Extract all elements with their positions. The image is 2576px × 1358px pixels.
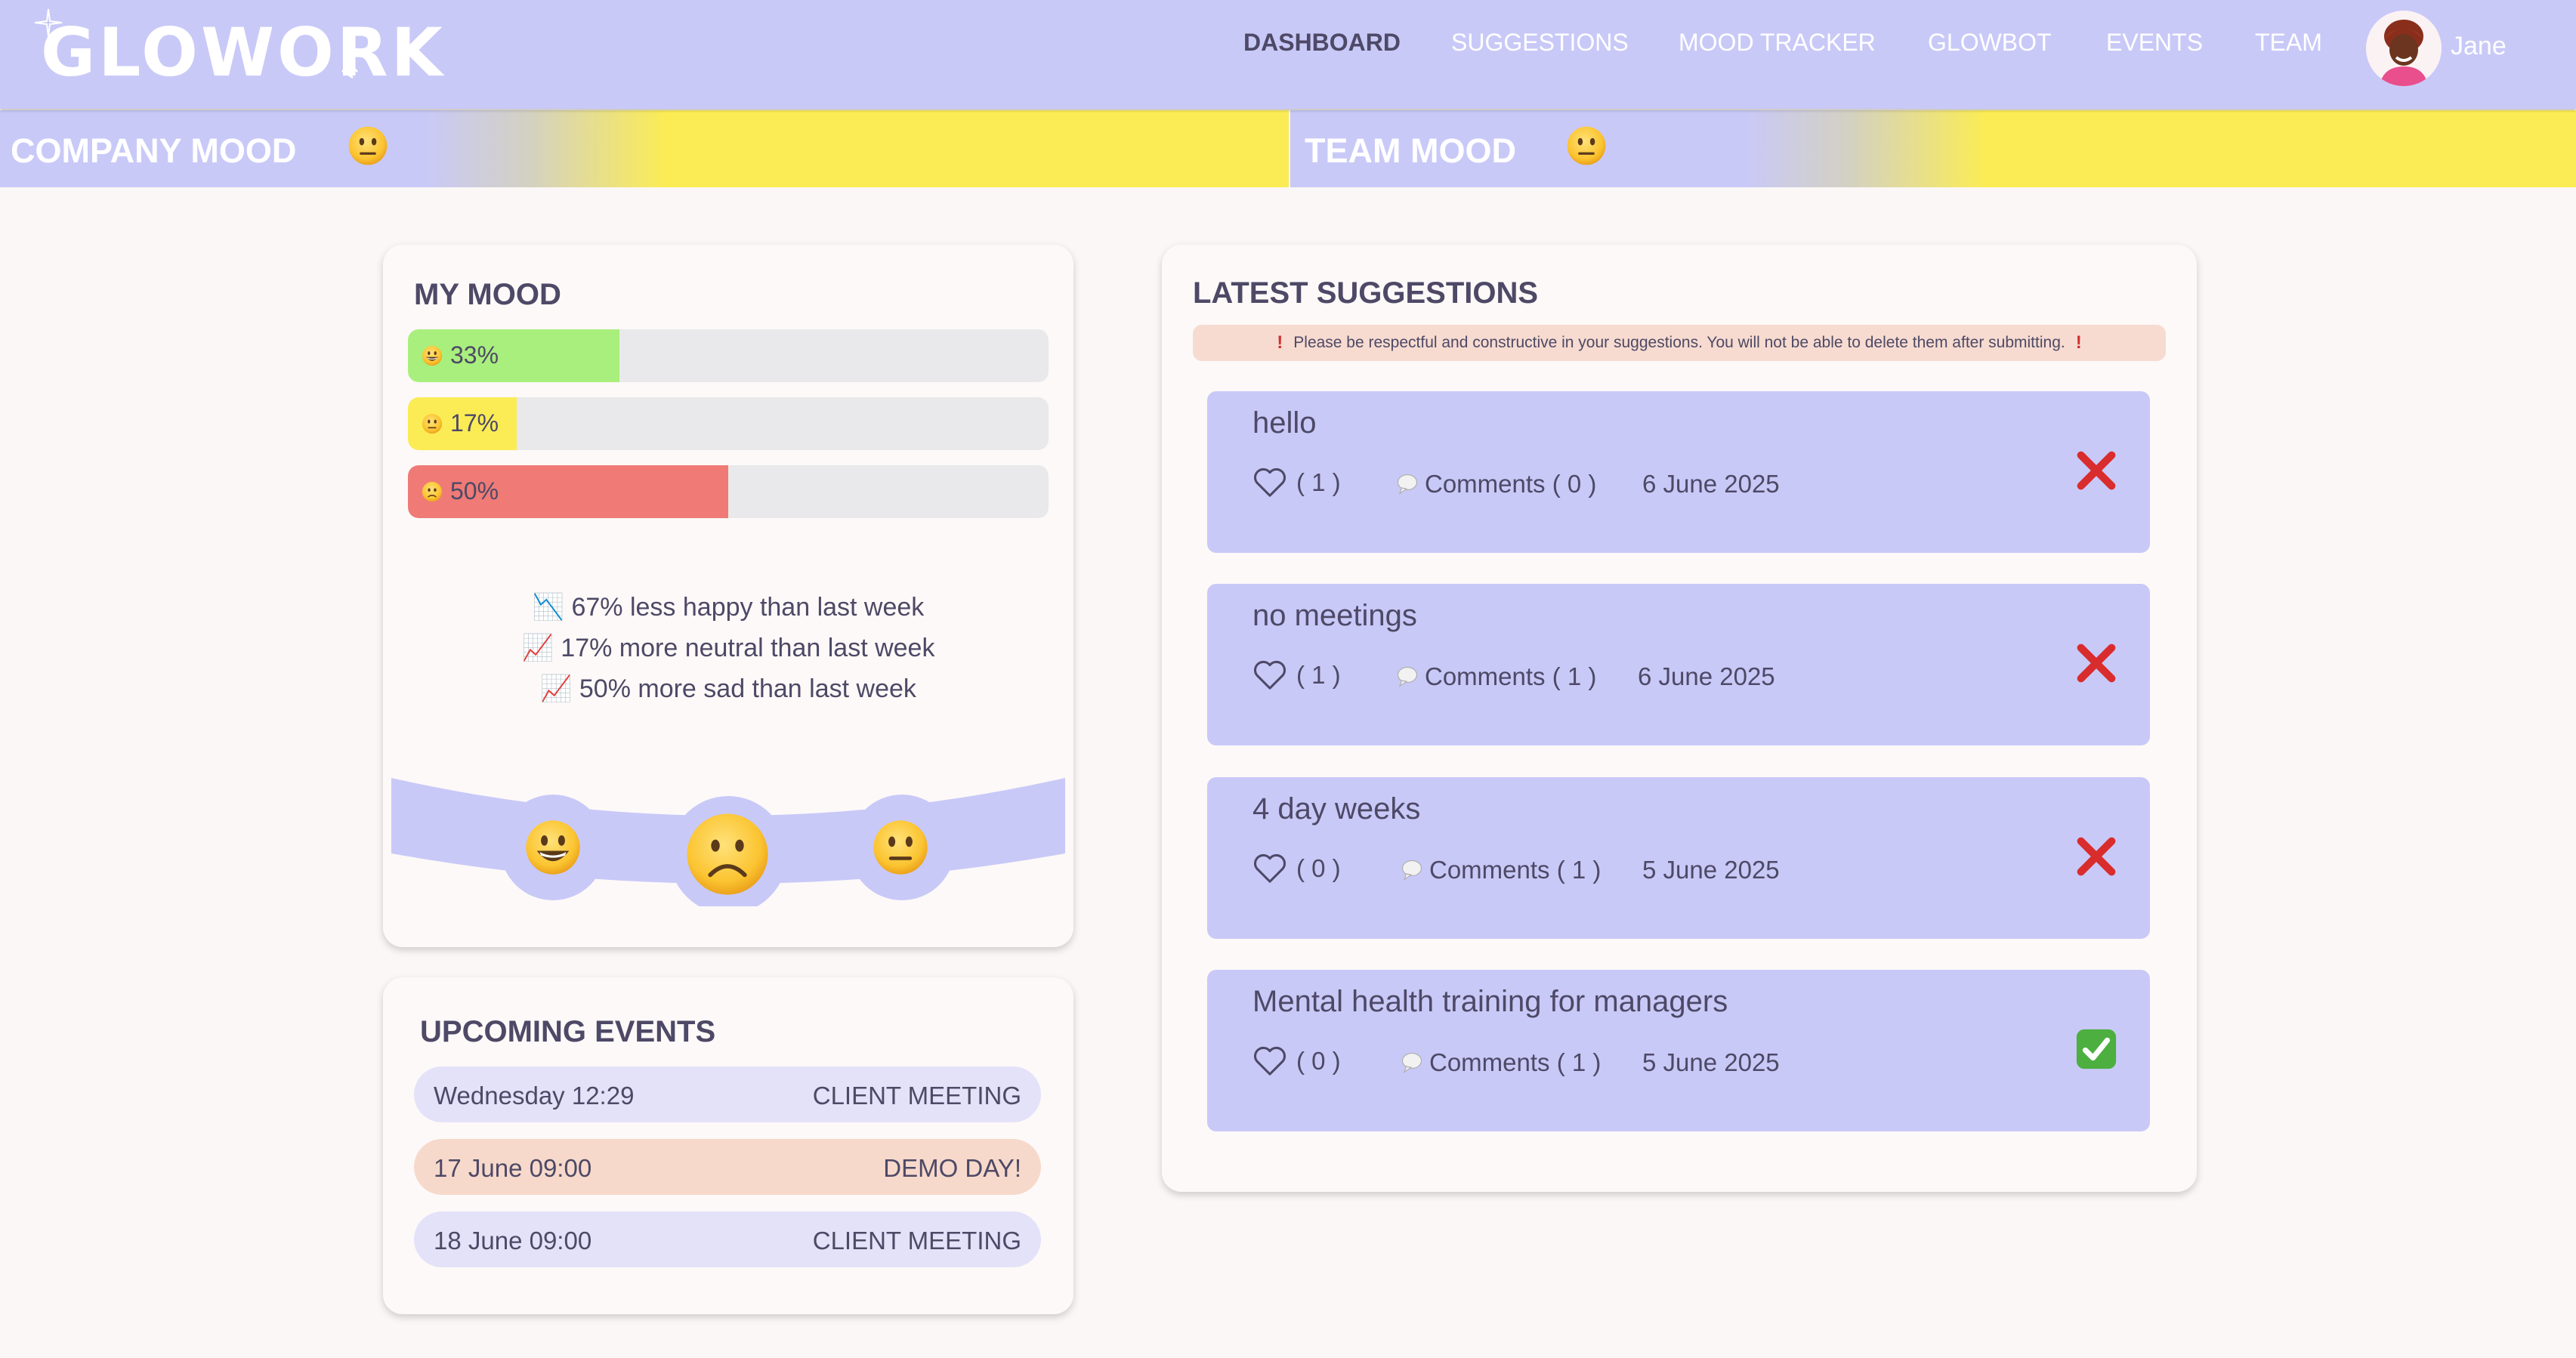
neutral-face-icon: [1566, 125, 1607, 166]
nav-mood-tracker[interactable]: MOOD TRACKER: [1679, 29, 1876, 57]
suggestion-title: no meetings: [1252, 599, 1417, 632]
heart-icon[interactable]: [1252, 1045, 1287, 1077]
respect-notice: ! Please be respectful and constructive …: [1193, 325, 2166, 361]
nav-team[interactable]: TEAM: [2255, 29, 2322, 57]
grinning-face-icon[interactable]: [524, 819, 582, 876]
event-time: 18 June 09:00: [434, 1227, 592, 1255]
mood-bar-sad: 50%: [408, 465, 1049, 518]
grinning-face-icon: [422, 345, 443, 366]
like-count: ( 1 ): [1296, 661, 1341, 689]
event-row[interactable]: Wednesday 12:29 CLIENT MEETING: [414, 1066, 1041, 1122]
speech-bubble-icon: [1401, 860, 1422, 881]
suggestion-title: 4 day weeks: [1252, 792, 1421, 826]
speech-bubble-icon: [1397, 474, 1418, 495]
nav-events[interactable]: EVENTS: [2106, 29, 2203, 57]
nav-glowbot[interactable]: GLOWBOT: [1928, 29, 2052, 57]
heart-icon[interactable]: [1252, 467, 1287, 498]
exclamation-icon: !: [2075, 332, 2082, 353]
user-name[interactable]: Jane: [2451, 32, 2507, 61]
frowning-face-icon[interactable]: [684, 811, 771, 897]
mood-percent: 50%: [450, 477, 499, 505]
glowork-logo[interactable]: GLOWORK: [41, 14, 446, 91]
close-icon[interactable]: [2074, 835, 2118, 878]
close-icon[interactable]: [2074, 449, 2118, 492]
neutral-face-icon: [422, 413, 443, 434]
comments-link: Comments ( 1 ): [1429, 856, 1602, 884]
neutral-face-icon: [347, 125, 388, 166]
close-icon[interactable]: [2074, 641, 2118, 685]
suggestion-date: 6 June 2025: [1642, 470, 1780, 498]
company-mood-label: COMPANY MOOD: [11, 131, 297, 170]
suggestion-card[interactable]: no meetings ( 1 ) Comments ( 1 ) 6 June …: [1207, 584, 2150, 745]
mood-percent: 33%: [450, 341, 499, 369]
logo-sparkle-icon: [341, 62, 358, 79]
user-avatar[interactable]: [2366, 11, 2442, 86]
event-name: DEMO DAY!: [883, 1154, 1021, 1182]
mood-stat-sad: 📈 50% more sad than last week: [540, 674, 916, 703]
event-name: CLIENT MEETING: [812, 1227, 1021, 1255]
like-count: ( 0 ): [1296, 1047, 1341, 1075]
nav-dashboard[interactable]: DASHBOARD: [1243, 29, 1401, 57]
like-count: ( 0 ): [1296, 854, 1341, 882]
suggestion-card[interactable]: Mental health training for managers ( 0 …: [1207, 970, 2150, 1131]
comments-link: Comments ( 1 ): [1425, 662, 1597, 690]
heart-icon[interactable]: [1252, 853, 1287, 884]
exclamation-icon: !: [1277, 332, 1283, 353]
mood-stat-neutral: 📈 17% more neutral than last week: [521, 634, 935, 662]
event-name: CLIENT MEETING: [812, 1082, 1021, 1110]
check-mark-icon[interactable]: [2074, 1027, 2118, 1071]
team-mood-label: TEAM MOOD: [1305, 131, 1516, 170]
like-count: ( 1 ): [1296, 468, 1341, 496]
comments-link: Comments ( 0 ): [1425, 470, 1597, 498]
comments-link: Comments ( 1 ): [1429, 1048, 1602, 1076]
notice-text: Please be respectful and constructive in…: [1293, 334, 2065, 351]
nav-suggestions[interactable]: SUGGESTIONS: [1451, 29, 1629, 57]
mood-bar-neutral: 17%: [408, 397, 1049, 450]
event-row[interactable]: 18 June 09:00 CLIENT MEETING: [414, 1211, 1041, 1267]
heart-icon[interactable]: [1252, 659, 1287, 691]
suggestion-title: hello: [1252, 406, 1317, 440]
suggestion-date: 5 June 2025: [1642, 856, 1780, 884]
speech-bubble-icon: [1401, 1052, 1422, 1074]
avatar-icon: [2380, 20, 2428, 86]
event-time: 17 June 09:00: [434, 1154, 592, 1182]
suggestion-card[interactable]: hello ( 1 ) Comments ( 0 ) 6 June 2025: [1207, 391, 2150, 553]
suggestion-date: 5 June 2025: [1642, 1048, 1780, 1076]
suggestions-title: LATEST SUGGESTIONS: [1193, 276, 1539, 310]
neutral-face-icon[interactable]: [872, 819, 929, 876]
suggestion-title: Mental health training for managers: [1252, 985, 1728, 1018]
suggestion-date: 6 June 2025: [1638, 662, 1775, 690]
speech-bubble-icon: [1397, 666, 1418, 688]
suggestion-card[interactable]: 4 day weeks ( 0 ) Comments ( 1 ) 5 June …: [1207, 777, 2150, 939]
events-title: UPCOMING EVENTS: [420, 1015, 716, 1048]
my-mood-title: MY MOOD: [414, 278, 561, 311]
event-row[interactable]: 17 June 09:00 DEMO DAY!: [414, 1139, 1041, 1195]
mood-percent: 17%: [450, 409, 499, 437]
event-time: Wednesday 12:29: [434, 1082, 635, 1110]
sad-face-icon: [422, 481, 443, 502]
mood-stat-happy: 📉 67% less happy than last week: [532, 593, 925, 622]
mood-bar-happy: 33%: [408, 329, 1049, 382]
